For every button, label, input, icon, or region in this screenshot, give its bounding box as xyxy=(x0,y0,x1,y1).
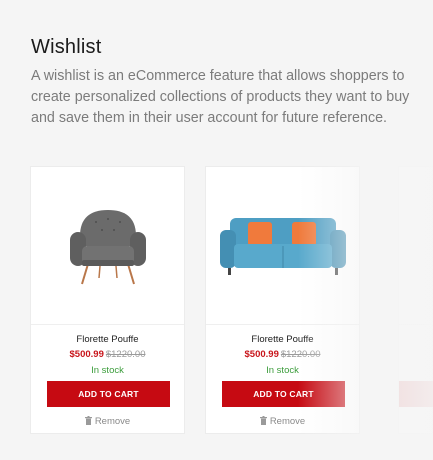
product-card-partial[interactable] xyxy=(398,166,433,434)
product-prices: $500.99 $1220.00 xyxy=(206,349,359,360)
add-to-cart-button-partial[interactable] xyxy=(399,381,433,407)
current-price: $500.99 xyxy=(244,349,279,360)
remove-label: Remove xyxy=(94,416,131,427)
old-price: $1220.00 xyxy=(280,349,321,360)
divider xyxy=(206,324,359,325)
remove-button[interactable]: Remove xyxy=(206,416,359,427)
product-carousel[interactable]: Florette Pouffe $500.99 $1220.00 In stock… xyxy=(0,166,433,436)
stock-status: In stock xyxy=(266,365,299,376)
add-to-cart-button[interactable]: ADD TO CART xyxy=(222,381,345,407)
product-card[interactable]: Florette Pouffe $500.99 $1220.00 In stock… xyxy=(30,166,185,434)
stock-status: In stock xyxy=(91,365,124,376)
remove-label: Remove xyxy=(269,416,306,427)
current-price: $500.99 xyxy=(69,349,104,360)
product-image[interactable] xyxy=(206,167,359,324)
divider xyxy=(31,324,184,325)
section-title: Wishlist xyxy=(31,36,102,58)
sofa-icon xyxy=(219,217,346,275)
old-price: $1220.00 xyxy=(105,349,146,360)
product-name[interactable]: Florette Pouffe xyxy=(206,334,359,345)
trash-icon xyxy=(84,416,92,425)
product-image[interactable] xyxy=(31,167,184,324)
product-card[interactable]: Florette Pouffe $500.99 $1220.00 In stock… xyxy=(205,166,360,434)
divider xyxy=(399,324,432,325)
product-prices: $500.99 $1220.00 xyxy=(31,349,184,360)
product-name[interactable]: Florette Pouffe xyxy=(31,334,184,345)
remove-button[interactable]: Remove xyxy=(31,416,184,427)
armchair-icon xyxy=(69,209,146,284)
add-to-cart-button[interactable]: ADD TO CART xyxy=(47,381,170,407)
section-description: A wishlist is an eCommerce feature that … xyxy=(31,68,410,126)
trash-icon xyxy=(259,416,267,425)
